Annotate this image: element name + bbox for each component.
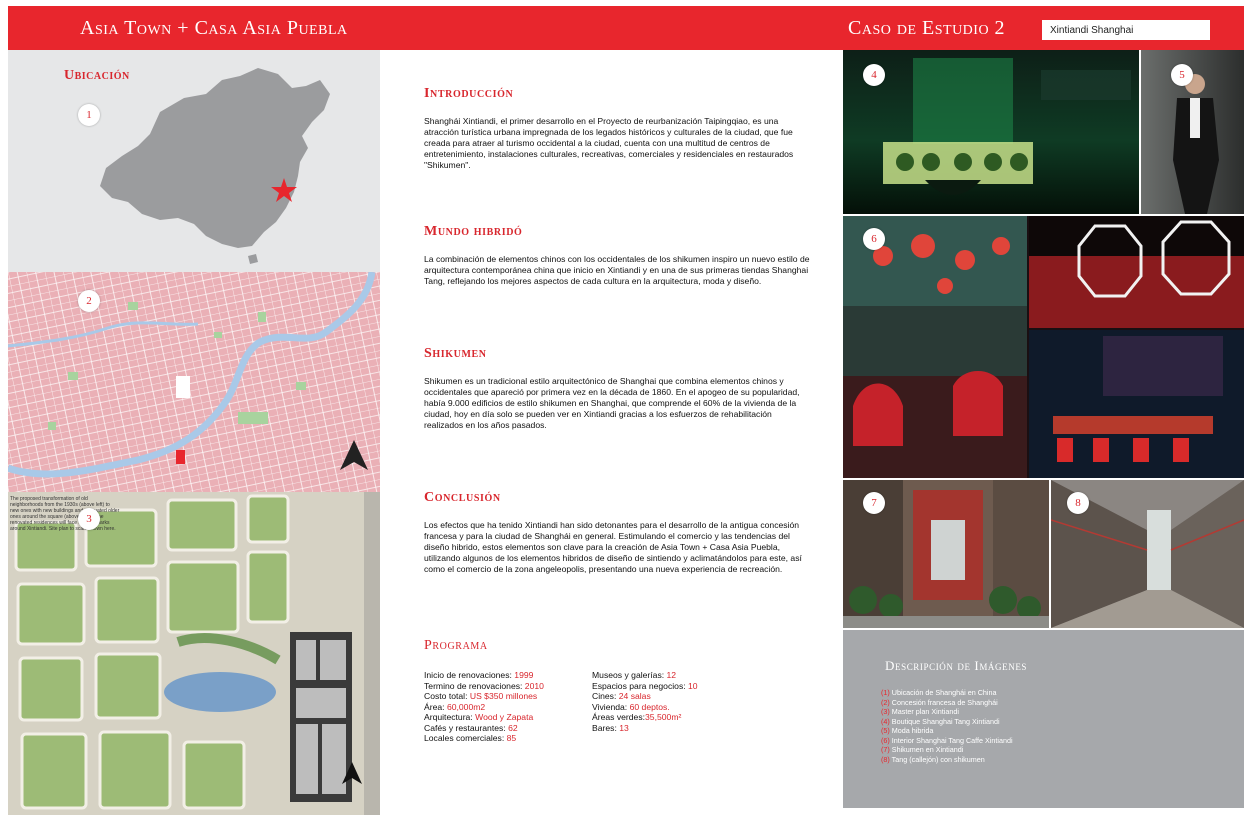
image-description-panel: Descripción de Imágenes (1) Ubicación de… — [843, 630, 1244, 808]
conclusion-heading: Conclusión — [424, 490, 501, 505]
right-column: 4 5 6 7 8 Descripción de Imágenes (1) Ub… — [843, 50, 1244, 815]
program-item: Espacios para negocios: 10 — [592, 680, 698, 691]
program-item: Vivienda: 60 deptos. — [592, 701, 670, 712]
document-title: Asia Town + Casa Asia Puebla — [80, 17, 348, 39]
left-column: Ubicación 1 2 The proposed transformatio… — [8, 50, 380, 815]
image-number-badge: 8 — [1067, 492, 1089, 514]
program-heading: Programa — [424, 638, 488, 653]
program-item: Costo total: US $350 millones — [424, 691, 538, 701]
hybrid-world-heading: Mundo hibridó — [424, 224, 523, 239]
header-bar: Asia Town + Casa Asia Puebla Caso de Est… — [8, 6, 1244, 50]
program-list-left: Inicio de renovaciones: 1999 Termino de … — [424, 670, 544, 744]
program-item: Inicio de renovaciones: 1999 — [424, 670, 534, 680]
caffe-interior-illustration — [843, 216, 1244, 478]
list-item: (1) Ubicación de Shanghái en China — [881, 688, 997, 697]
china-map-image — [100, 68, 330, 264]
program-item: Arquitectura: Wood y Zapata — [424, 712, 534, 722]
list-item: (4) Boutique Shanghai Tang Xintiandi — [881, 716, 1000, 726]
middle-column: Introducción Shanghái Xintiandi, el prim… — [380, 50, 840, 815]
conclusion-paragraph: Los efectos que ha tenido Xintiandi han … — [424, 520, 802, 574]
search-input[interactable] — [1042, 20, 1210, 40]
image-number-badge: 6 — [863, 228, 885, 250]
program-item: Cafés y restaurantes: 62 — [424, 722, 518, 733]
image-number-badge: 2 — [78, 290, 100, 312]
list-item: (5) Moda hibrida — [881, 726, 934, 735]
list-item: (8) Tang (callejón) con shikumen — [881, 754, 985, 764]
page: Asia Town + Casa Asia Puebla Caso de Est… — [0, 0, 1248, 815]
list-item: (6) Interior Shanghai Tang Caffe Xintian… — [881, 735, 1013, 745]
fashion-photo: 5 — [1141, 50, 1244, 214]
shikumen-paragraph: Shikumen es un tradicional estilo arquit… — [424, 376, 800, 430]
list-item: (7) Shikumen en Xintiandi — [881, 745, 964, 754]
french-concession-map-panel: 2 — [8, 272, 380, 492]
boutique-photo: 4 — [843, 50, 1139, 214]
master-plan-note: The proposed transformation of old neigh… — [10, 496, 120, 532]
program-item: Cines: 24 salas — [592, 691, 651, 701]
hybrid-world-paragraph: La combinación de elementos chinos con l… — [424, 254, 810, 286]
image-number-badge: 4 — [863, 64, 885, 86]
program-item: Área: 60,000m2 — [424, 701, 486, 712]
program-list-right: Museos y galerías: 12 Espacios para nego… — [592, 670, 698, 733]
shikumen-heading: Shikumen — [424, 346, 487, 361]
shikumen-photo: 7 — [843, 480, 1049, 628]
image-description-heading: Descripción de Imágenes — [885, 658, 1028, 673]
alley-photo: 8 — [1051, 480, 1244, 628]
intro-heading: Introducción — [424, 86, 514, 101]
master-plan-panel: The proposed transformation of old neigh… — [8, 492, 380, 815]
program-item: Bares: 13 — [592, 722, 629, 733]
image-number-badge: 7 — [863, 492, 885, 514]
program-item: Termino de renovaciones: 2010 — [424, 680, 544, 691]
boutique-photo-illustration — [883, 58, 1131, 195]
image-number-badge: 5 — [1171, 64, 1193, 86]
image-number-badge: 3 — [78, 508, 100, 530]
program-item: Museos y galerías: 12 — [592, 670, 677, 680]
xintiandi-master-plan-image — [8, 492, 380, 815]
list-item: (2) Concesión francesa de Shanghái — [881, 697, 998, 707]
caffe-interior-photo: 6 — [843, 216, 1244, 478]
case-study-title: Caso de Estudio 2 — [848, 17, 1006, 39]
program-item: Áreas verdes:35,500m² — [592, 712, 682, 722]
china-location-panel: Ubicación 1 — [8, 50, 380, 272]
image-description-list: (1) Ubicación de Shanghái en China (2) C… — [881, 688, 1013, 764]
list-item: (3) Master plan Xintiandi — [881, 707, 959, 716]
shanghai-street-map-image — [8, 272, 380, 492]
program-item: Locales comerciales: 85 — [424, 733, 517, 743]
intro-paragraph: Shanghái Xintiandi, el primer desarrollo… — [424, 116, 794, 170]
